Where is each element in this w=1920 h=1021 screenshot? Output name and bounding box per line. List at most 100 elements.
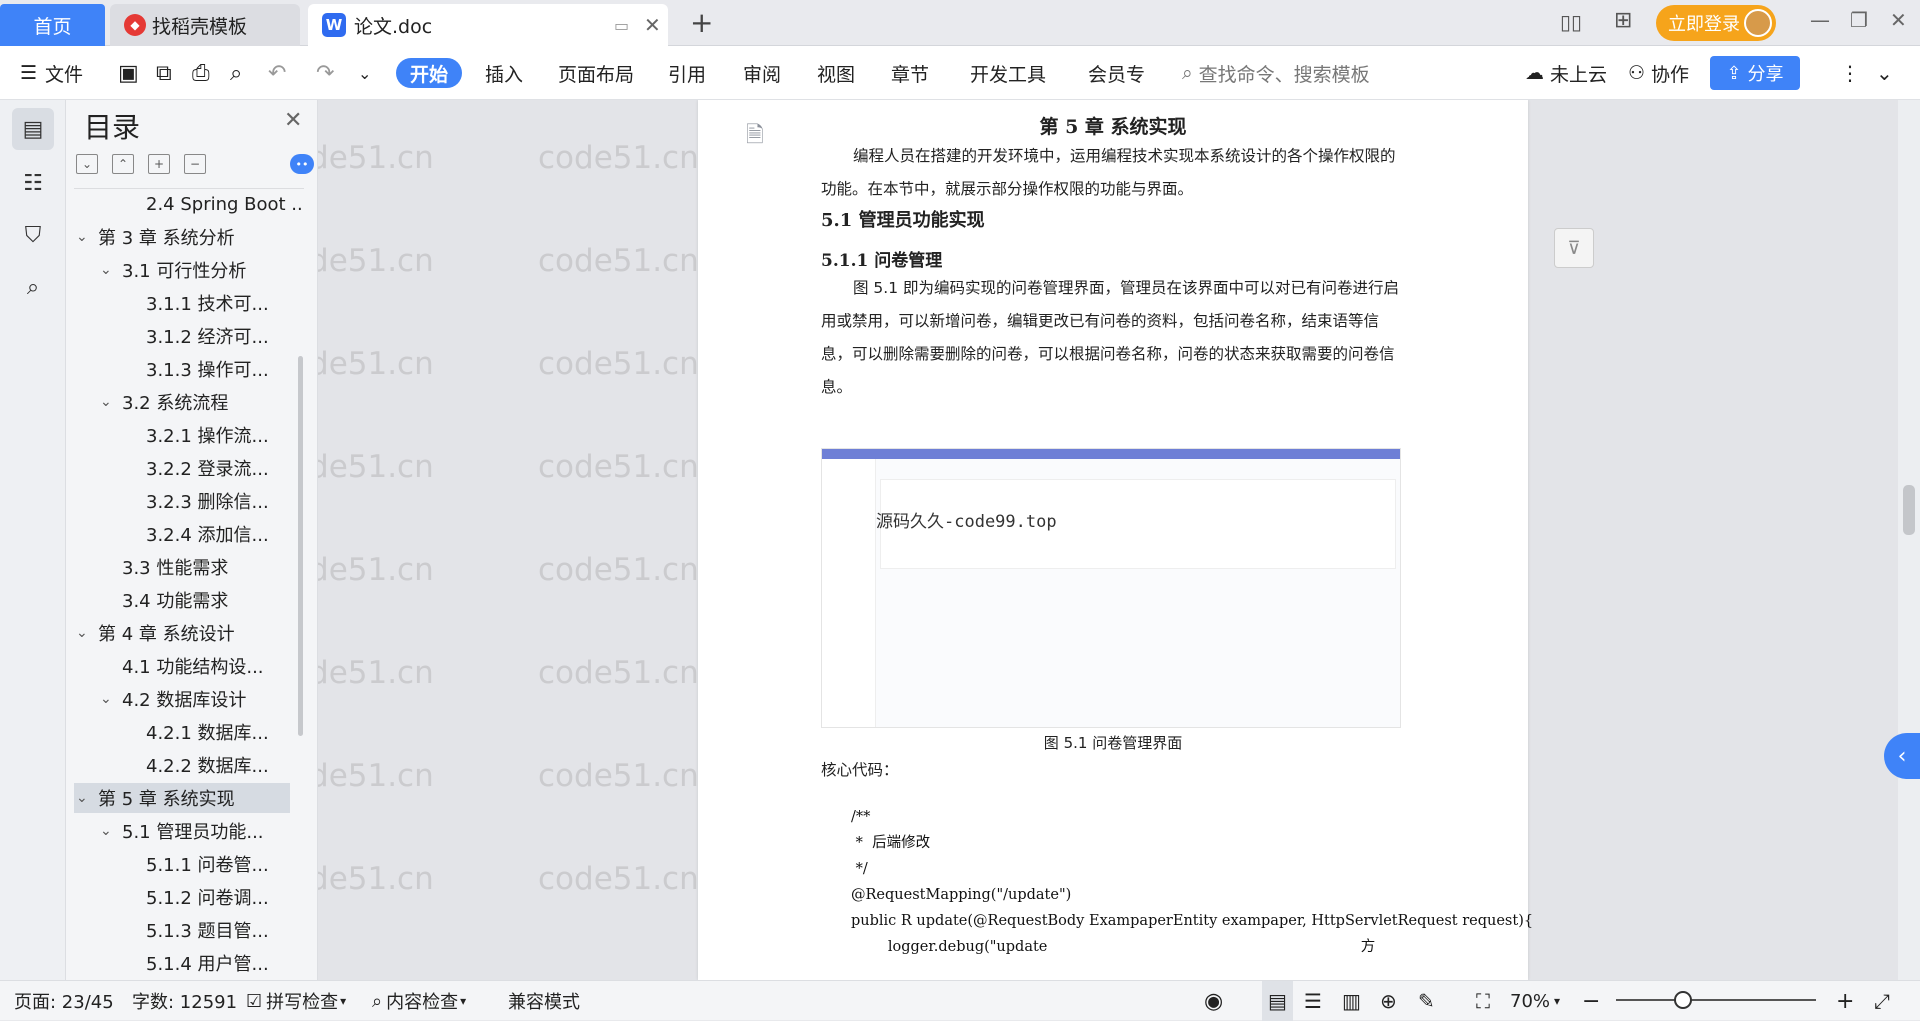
toc-item[interactable]: ⌄ 第 5 章 系统实现 <box>74 783 290 813</box>
more-chevron-down-icon[interactable]: ⌄ <box>358 46 371 100</box>
toc-item[interactable]: ⌄ 5.1 管理员功能... <box>100 816 264 846</box>
toc-item[interactable]: ⌄ 3.1 可行性分析 <box>100 255 246 285</box>
chevron-down-icon[interactable]: ⌄ <box>100 823 122 839</box>
vertical-scrollbar[interactable] <box>1898 100 1920 980</box>
tab-view[interactable]: 视图 <box>817 46 855 100</box>
chevron-down-icon[interactable]: ⌄ <box>76 229 98 245</box>
print-icon[interactable]: ⎙ <box>192 46 210 100</box>
scrollbar-thumb[interactable] <box>1903 485 1915 535</box>
tab-start[interactable]: 开始 <box>396 58 463 88</box>
toc-item[interactable]: 3.1.1 技术可... <box>124 288 269 318</box>
content-check-button[interactable]: ⌕ 内容检查 ▾ <box>372 981 466 1021</box>
toc-item[interactable]: 4.2.2 数据库... <box>124 750 269 780</box>
zoom-in-icon[interactable]: + <box>1836 981 1854 1021</box>
toc-item[interactable]: 3.1.2 经济可... <box>124 321 269 351</box>
toc-item[interactable]: 5.1.4 用户管... <box>124 948 269 978</box>
undo-icon[interactable]: ↶ <box>268 46 286 100</box>
toc-item[interactable]: 3.1.3 操作可... <box>124 354 269 384</box>
print-preview-icon[interactable]: ⌕ <box>230 46 242 100</box>
outline-view-icon[interactable]: ☰ <box>1304 981 1322 1021</box>
chevron-down-icon[interactable]: ⌄ <box>100 394 122 410</box>
toc-item[interactable]: 3.2.3 删除信... <box>124 486 269 516</box>
toc-item-label: 3.1.1 技术可... <box>146 294 269 315</box>
fullscreen-icon[interactable]: ⤢ <box>1874 981 1890 1021</box>
find-icon[interactable]: ⌕ <box>12 266 54 308</box>
layout-icon[interactable]: ▯▯ <box>1560 10 1582 34</box>
tab-chapter[interactable]: 章节 <box>891 46 929 100</box>
document-page[interactable]: 🗎 第 5 章 系统实现 编程人员在搭建的开发环境中，运用编程技术实现本系统设计… <box>698 100 1533 980</box>
toc-item[interactable]: 4.2.1 数据库... <box>124 717 269 747</box>
minimize-icon[interactable]: — <box>1810 8 1830 32</box>
toc-item[interactable]: ⌄ 4.2 数据库设计 <box>100 684 246 714</box>
toc-item[interactable]: 3.3 性能需求 <box>100 552 228 582</box>
redo-icon[interactable]: ↷ <box>316 46 334 100</box>
toc-item[interactable]: 3.2.4 添加信... <box>124 519 269 549</box>
cloud-status-button[interactable]: ☁ 未上云 <box>1525 46 1607 100</box>
watermark-text: code51.cn <box>318 758 434 794</box>
eye-protection-icon[interactable]: ◉ <box>1204 981 1223 1021</box>
toc-item[interactable]: ⌄ 第 3 章 系统分析 <box>76 222 235 252</box>
reading-view-icon[interactable]: ▥ <box>1342 981 1361 1021</box>
maximize-icon[interactable]: ❐ <box>1850 8 1868 32</box>
tab-review[interactable]: 审阅 <box>743 46 781 100</box>
spell-check-button[interactable]: ☑ 拼写检查 ▾ <box>246 981 346 1021</box>
toc-item[interactable]: ⌄ 3.2 系统流程 <box>100 387 228 417</box>
tab-insert[interactable]: 插入 <box>485 46 523 100</box>
close-window-icon[interactable]: ✕ <box>1890 8 1907 32</box>
zoom-slider-track[interactable] <box>1616 999 1816 1001</box>
login-button[interactable]: 立即登录 <box>1656 5 1776 41</box>
toc-item[interactable]: 3.2.2 登录流... <box>124 453 269 483</box>
toc-item[interactable]: 4.1 功能结构设... <box>100 651 264 681</box>
tab-home[interactable]: 首页 <box>0 4 105 46</box>
add-heading-icon[interactable]: + <box>148 154 170 174</box>
collab-button[interactable]: ⚇ 协作 <box>1628 46 1689 100</box>
toc-item[interactable]: 5.1.3 题目管... <box>124 915 269 945</box>
tab-member[interactable]: 会员专 <box>1088 46 1145 100</box>
tab-template[interactable]: ◆ 找稻壳模板 <box>110 4 300 46</box>
toc-item[interactable]: 3.4 功能需求 <box>100 585 228 615</box>
close-tab-icon[interactable]: ✕ <box>644 13 661 37</box>
toc-item[interactable]: 5.1.2 问卷调... <box>124 882 269 912</box>
expand-all-icon[interactable]: ⌄ <box>76 154 98 174</box>
toc-item[interactable]: 5.1.1 问卷管... <box>124 849 269 879</box>
web-view-icon[interactable]: ⊕ <box>1380 981 1397 1021</box>
filter-icon[interactable]: ⊽ <box>1554 228 1594 268</box>
chevron-down-icon[interactable]: ⌄ <box>100 262 122 278</box>
more-options-icon[interactable]: ⋮ <box>1840 46 1860 100</box>
page-count[interactable]: 页面: 23/45 <box>14 981 114 1021</box>
save-icon[interactable]: ▣ <box>118 46 139 100</box>
close-icon[interactable]: ✕ <box>284 108 302 133</box>
new-tab-icon[interactable]: + <box>690 6 713 39</box>
zoom-out-icon[interactable]: − <box>1582 981 1600 1021</box>
collapse-all-icon[interactable]: ⌃ <box>112 154 134 174</box>
chevron-down-icon[interactable]: ⌄ <box>100 691 122 707</box>
page-view-icon[interactable]: ▤ <box>1262 981 1293 1021</box>
tab-developer[interactable]: 开发工具 <box>970 46 1046 100</box>
command-search[interactable]: ⌕ 查找命令、搜索模板 <box>1182 46 1370 100</box>
toc-item[interactable]: ⌄ 第 4 章 系统设计 <box>76 618 235 648</box>
toc-scrollbar[interactable] <box>298 356 303 736</box>
remove-heading-icon[interactable]: − <box>184 154 206 174</box>
tab-document[interactable]: W 论文.doc ▭ ✕ <box>308 4 668 46</box>
toc-item[interactable]: 2.4 Spring Boot ... <box>124 189 304 219</box>
tab-page-layout[interactable]: 页面布局 <box>558 46 634 100</box>
chevron-down-icon[interactable]: ⌄ <box>76 625 98 641</box>
pen-icon[interactable]: ✎ <box>1418 981 1435 1021</box>
toc-item[interactable]: 3.2.1 操作流... <box>124 420 269 450</box>
chevron-down-icon[interactable]: ⌄ <box>76 790 98 806</box>
export-icon[interactable]: ⧉ <box>156 46 172 100</box>
zoom-slider-handle[interactable] <box>1674 991 1692 1009</box>
collapse-ribbon-icon[interactable]: ⌄ <box>1876 46 1893 100</box>
apps-grid-icon[interactable]: ⊞ <box>1614 8 1632 33</box>
outline-icon[interactable]: ☷ <box>12 162 54 204</box>
word-count[interactable]: 字数: 12591 <box>132 981 237 1021</box>
file-menu-button[interactable]: ☰ 文件 <box>20 46 83 100</box>
zoom-level[interactable]: 70% ▾ <box>1510 981 1560 1021</box>
bookmark-icon[interactable]: ⛉ <box>12 214 54 256</box>
tab-references[interactable]: 引用 <box>668 46 706 100</box>
fit-page-icon[interactable]: ⛶ <box>1476 981 1490 1021</box>
smart-toc-icon[interactable]: •• <box>290 154 314 174</box>
restore-window-icon[interactable]: ▭ <box>614 16 629 35</box>
share-button[interactable]: ⇪ 分享 <box>1710 56 1800 90</box>
toc-panel-icon[interactable]: ▤ <box>12 108 54 150</box>
